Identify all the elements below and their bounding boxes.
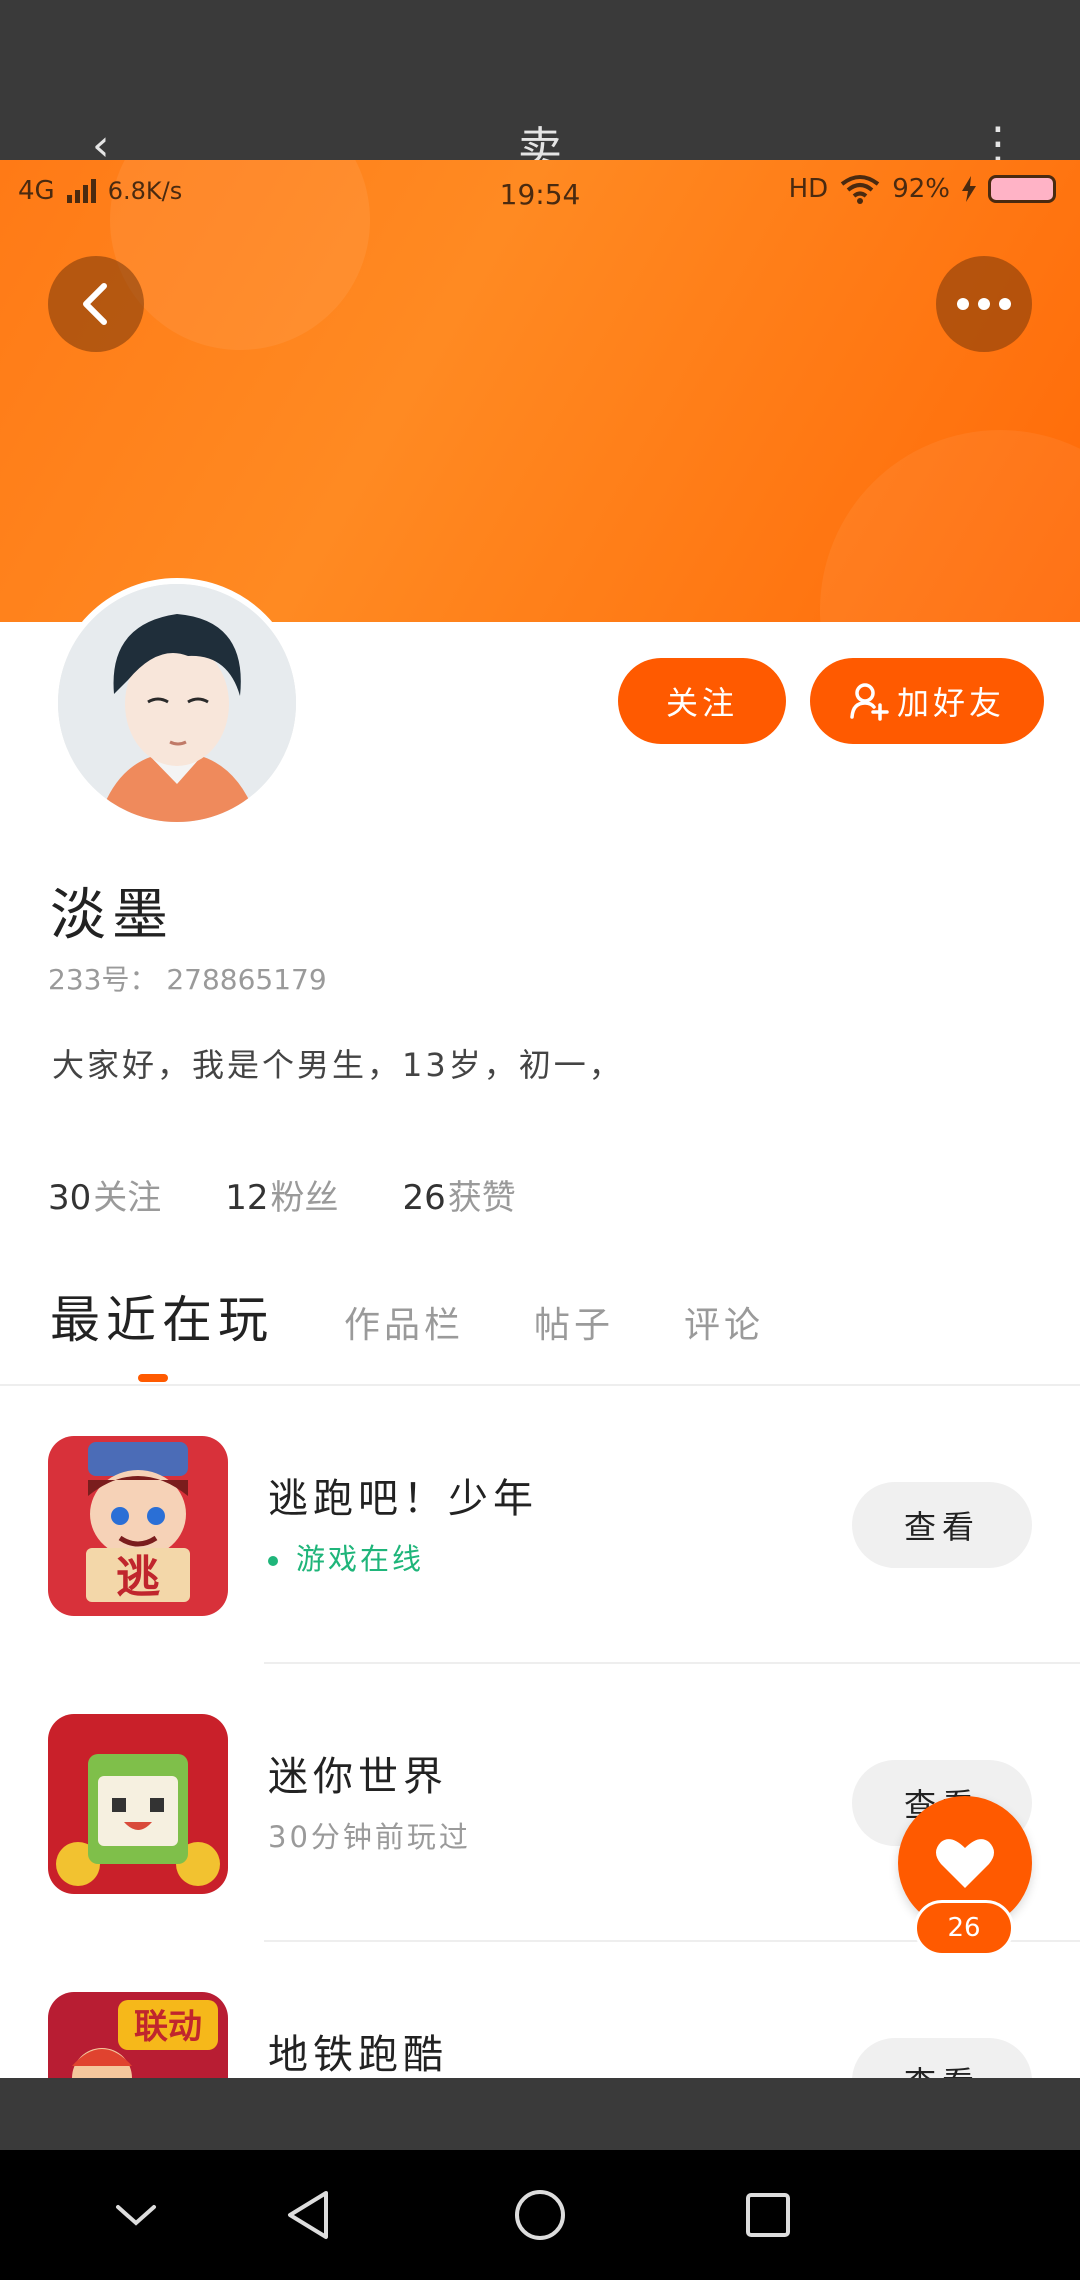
avatar[interactable]	[52, 578, 302, 828]
list-item[interactable]: 逃 逃跑吧！少年 游戏在线 查看	[0, 1386, 1080, 1664]
add-friend-button[interactable]: 加好友	[810, 658, 1044, 744]
nav-back-button[interactable]	[248, 2150, 368, 2280]
avatar-image	[58, 584, 296, 822]
recents-square-icon	[746, 2193, 790, 2237]
tab-recently-played[interactable]: 最近在玩	[50, 1280, 274, 1352]
active-tab-indicator	[138, 1374, 168, 1382]
profile-tabs: 最近在玩 作品栏 帖子 评论	[50, 1280, 764, 1352]
battery-icon	[988, 175, 1056, 203]
follow-label: 关注	[665, 684, 738, 722]
follow-button[interactable]: 关注	[618, 658, 786, 744]
charging-icon	[962, 176, 976, 202]
status-bar: 4G 6.8K/s 19:54 HD 92%	[0, 170, 1080, 218]
underlying-app-bar: ‹ 卖 ⋮	[0, 0, 1080, 174]
user-bio: 大家好，我是个男生，13岁，初一，	[52, 1046, 624, 1084]
banner-decoration	[820, 430, 1080, 622]
game-icon	[48, 1714, 228, 1894]
stat-followers[interactable]: 12粉丝	[225, 1170, 338, 1219]
tab-comments[interactable]: 评论	[684, 1296, 764, 1348]
game-name: 逃跑吧！少年	[268, 1476, 538, 1522]
svg-text:逃: 逃	[116, 1552, 160, 1603]
tab-works[interactable]: 作品栏	[344, 1296, 464, 1348]
back-arrow-icon	[83, 283, 107, 325]
chevron-down-icon	[116, 2205, 156, 2226]
back-triangle-icon	[288, 2191, 328, 2239]
stat-following[interactable]: 30关注	[48, 1170, 161, 1219]
game-name: 迷你世界	[268, 1754, 448, 1800]
nav-home-button[interactable]	[480, 2150, 600, 2280]
profile-banner	[0, 160, 1080, 622]
game-icon: 逃	[48, 1436, 228, 1616]
online-dot-icon	[268, 1556, 278, 1566]
game-status: 30分钟前玩过	[268, 1820, 471, 1854]
more-options-button[interactable]	[936, 256, 1032, 352]
game-name: 地铁跑酷	[268, 2032, 448, 2078]
hd-indicator: HD	[788, 174, 829, 204]
underlying-bottom-bar	[0, 2078, 1080, 2150]
svg-text:联动: 联动	[134, 2007, 202, 2047]
back-button[interactable]	[48, 256, 144, 352]
battery-percent: 92%	[892, 174, 950, 204]
stat-likes[interactable]: 26获赞	[403, 1170, 516, 1219]
heart-icon	[936, 1839, 994, 1888]
profile-stats: 30关注 12粉丝 26获赞	[48, 1170, 516, 1219]
game-status: 游戏在线	[268, 1536, 424, 1578]
user-id: 233号： 278865179	[48, 963, 327, 996]
wifi-icon	[840, 175, 880, 204]
nav-collapse-button[interactable]	[76, 2150, 196, 2280]
home-circle-icon	[515, 2190, 565, 2240]
username: 淡墨	[50, 883, 174, 948]
nav-recents-button[interactable]	[708, 2150, 828, 2280]
like-count-badge: 26	[914, 1900, 1014, 1956]
system-navigation-bar	[0, 2150, 1080, 2280]
add-friend-label: 加好友	[896, 684, 1005, 722]
add-user-icon	[850, 683, 889, 721]
more-dots-icon	[957, 298, 1011, 310]
tab-posts[interactable]: 帖子	[534, 1296, 614, 1348]
view-button[interactable]: 查看	[852, 1482, 1032, 1568]
